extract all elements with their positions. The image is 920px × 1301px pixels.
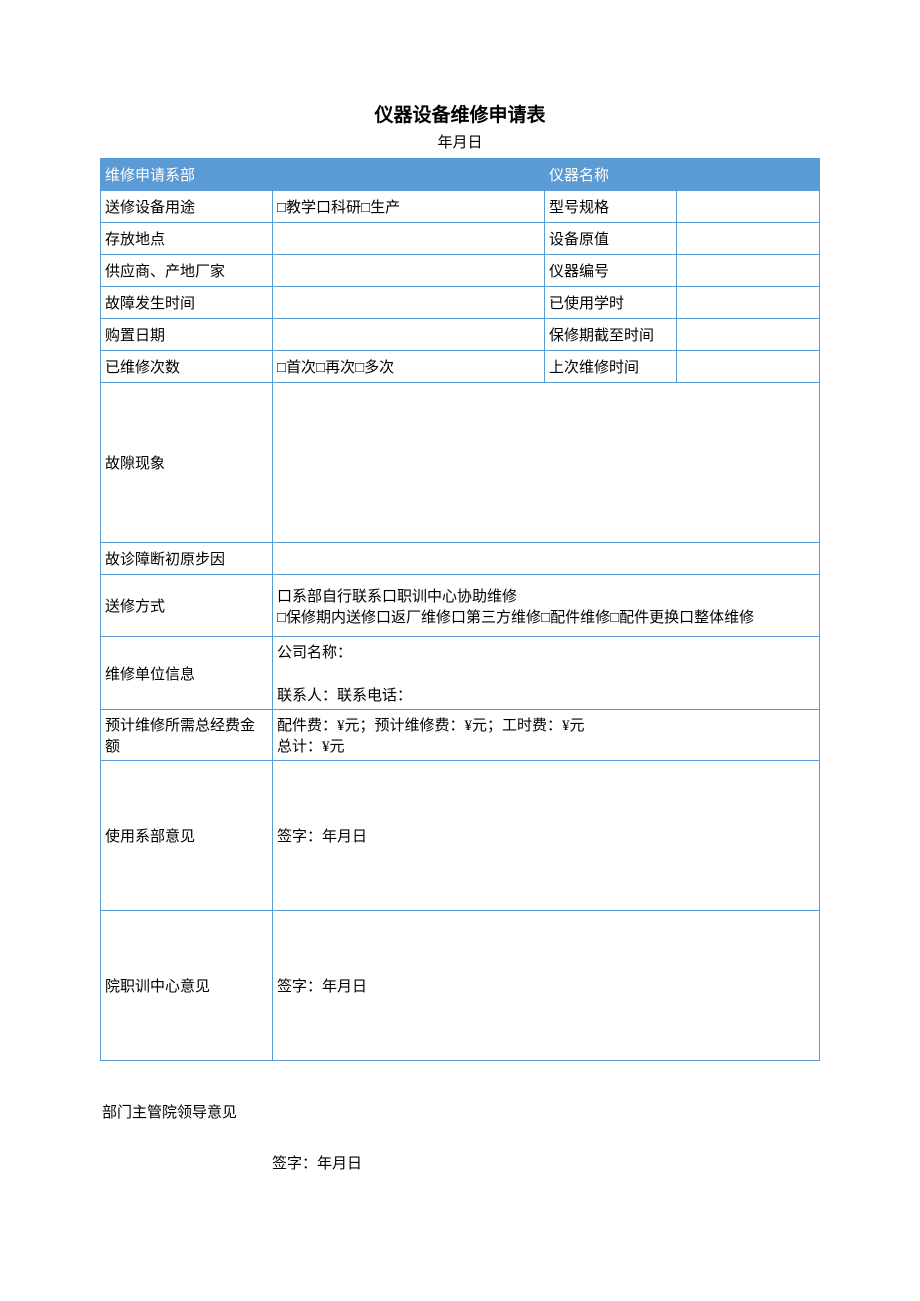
- purchase-label: 购置日期: [101, 319, 273, 351]
- method-val[interactable]: 口系部自行联系口职训中心协助维修 □保修期内送修口返厂维修口第三方维修□配件维修…: [273, 575, 820, 637]
- method-line2: □保修期内送修口返厂维修口第三方维修□配件维修□配件更换口整体维修: [277, 606, 815, 627]
- unit-line1: 公司名称：: [277, 641, 815, 662]
- location-val[interactable]: [273, 223, 545, 255]
- origvalue-val[interactable]: [677, 223, 820, 255]
- form-title: 仪器设备维修申请表: [100, 100, 820, 127]
- symptom-label: 故隙现象: [101, 383, 273, 543]
- header-dept-val: [273, 159, 545, 191]
- warranty-val[interactable]: [677, 319, 820, 351]
- repaircount-val[interactable]: □首次□再次□多次: [273, 351, 545, 383]
- leader-opinion-label: 部门主管院领导意见: [100, 1101, 820, 1122]
- center-label: 院职训中心意见: [101, 911, 273, 1061]
- model-val[interactable]: [677, 191, 820, 223]
- row-unit: 维修单位信息 公司名称： 联系人：联系电话：: [101, 637, 820, 710]
- warranty-label: 保修期截至时间: [545, 319, 677, 351]
- location-label: 存放地点: [101, 223, 273, 255]
- deptopinion-sign: 签字：年月日: [277, 825, 815, 846]
- unit-label: 维修单位信息: [101, 637, 273, 710]
- cost-label: 预计维修所需总经费金额: [101, 710, 273, 761]
- method-label: 送修方式: [101, 575, 273, 637]
- cost-line1: 配件费：¥元；预计维修费：¥元；工时费：¥元: [277, 714, 815, 735]
- unit-val[interactable]: 公司名称： 联系人：联系电话：: [273, 637, 820, 710]
- model-label: 型号规格: [545, 191, 677, 223]
- header-row: 维修申请系部 仪器名称: [101, 159, 820, 191]
- diag-label: 故诊障断初原步因: [101, 543, 273, 575]
- unit-line2: 联系人：联系电话：: [277, 684, 815, 705]
- supplier-label: 供应商、产地厂家: [101, 255, 273, 287]
- center-val[interactable]: 签字：年月日: [273, 911, 820, 1061]
- row-cost: 预计维修所需总经费金额 配件费：¥元；预计维修费：¥元；工时费：¥元 总计：¥元: [101, 710, 820, 761]
- center-sign: 签字：年月日: [277, 975, 815, 996]
- cost-line2: 总计：¥元: [277, 735, 815, 756]
- leader-opinion-sign: 签字：年月日: [100, 1152, 820, 1173]
- form-date-line: 年月日: [100, 131, 820, 152]
- usage-val[interactable]: □教学口科研□生产: [273, 191, 545, 223]
- supplier-val[interactable]: [273, 255, 545, 287]
- purchase-val[interactable]: [273, 319, 545, 351]
- row-repaircount: 已维修次数 □首次□再次□多次 上次维修时间: [101, 351, 820, 383]
- row-supplier: 供应商、产地厂家 仪器编号: [101, 255, 820, 287]
- row-diag: 故诊障断初原步因: [101, 543, 820, 575]
- row-usage: 送修设备用途 □教学口科研□生产 型号规格: [101, 191, 820, 223]
- symptom-val[interactable]: [273, 383, 820, 543]
- row-location: 存放地点 设备原值: [101, 223, 820, 255]
- origvalue-label: 设备原值: [545, 223, 677, 255]
- equipno-label: 仪器编号: [545, 255, 677, 287]
- cost-val[interactable]: 配件费：¥元；预计维修费：¥元；工时费：¥元 总计：¥元: [273, 710, 820, 761]
- header-equipname-val: [677, 159, 820, 191]
- deptopinion-label: 使用系部意见: [101, 761, 273, 911]
- lastrepair-val[interactable]: [677, 351, 820, 383]
- faulttime-label: 故障发生时间: [101, 287, 273, 319]
- faulttime-val[interactable]: [273, 287, 545, 319]
- lastrepair-label: 上次维修时间: [545, 351, 677, 383]
- header-dept-label: 维修申请系部: [101, 159, 273, 191]
- row-method: 送修方式 口系部自行联系口职训中心协助维修 □保修期内送修口返厂维修口第三方维修…: [101, 575, 820, 637]
- row-centeropinion: 院职训中心意见 签字：年月日: [101, 911, 820, 1061]
- repair-request-form-table: 维修申请系部 仪器名称 送修设备用途 □教学口科研□生产 型号规格 存放地点 设…: [100, 158, 820, 1061]
- usedhours-val[interactable]: [677, 287, 820, 319]
- diag-val[interactable]: [273, 543, 820, 575]
- method-line1: 口系部自行联系口职训中心协助维修: [277, 585, 815, 606]
- row-symptom: 故隙现象: [101, 383, 820, 543]
- usage-label: 送修设备用途: [101, 191, 273, 223]
- row-purchase: 购置日期 保修期截至时间: [101, 319, 820, 351]
- equipno-val[interactable]: [677, 255, 820, 287]
- row-faulttime: 故障发生时间 已使用学时: [101, 287, 820, 319]
- usedhours-label: 已使用学时: [545, 287, 677, 319]
- header-equipname-label: 仪器名称: [545, 159, 677, 191]
- repaircount-label: 已维修次数: [101, 351, 273, 383]
- deptopinion-val[interactable]: 签字：年月日: [273, 761, 820, 911]
- row-deptopinion: 使用系部意见 签字：年月日: [101, 761, 820, 911]
